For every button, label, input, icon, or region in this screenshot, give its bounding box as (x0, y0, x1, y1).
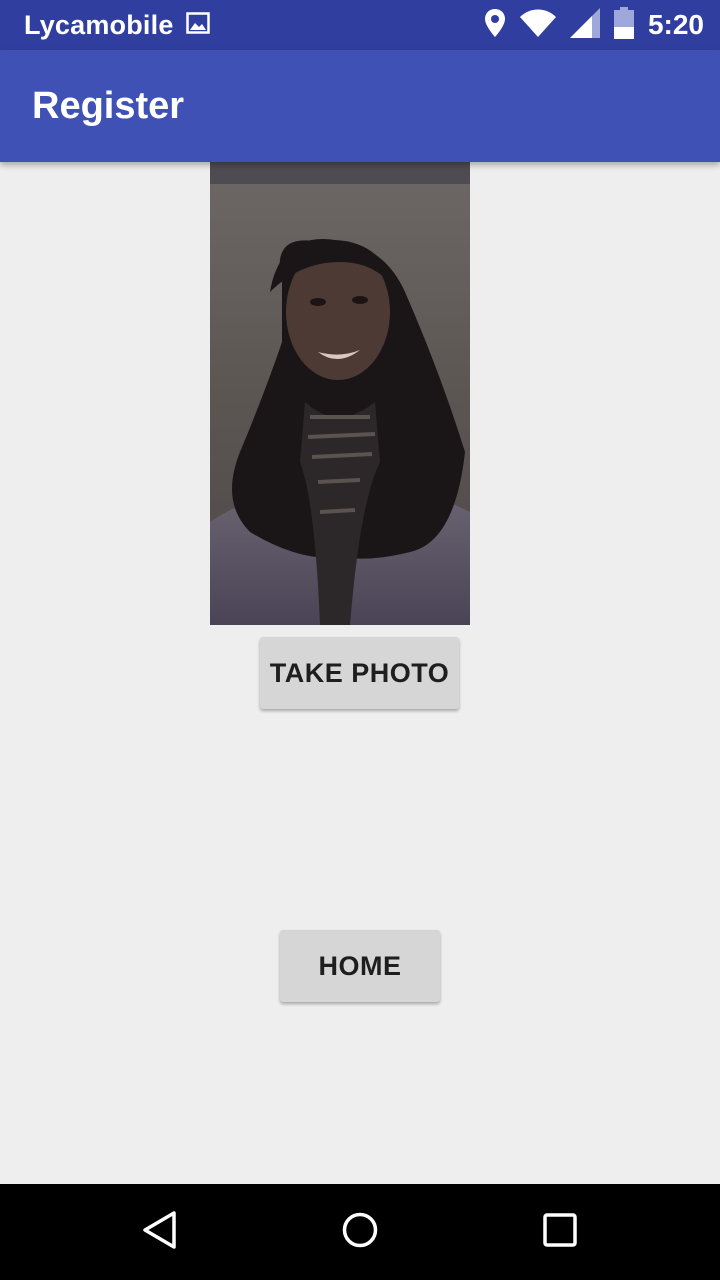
status-right: 5:20 (484, 6, 704, 44)
home-button[interactable]: HOME (280, 930, 440, 1002)
recents-icon (540, 1210, 580, 1255)
recents-button[interactable] (500, 1184, 620, 1280)
app-bar: Register (0, 50, 720, 162)
navigation-bar (0, 1184, 720, 1280)
page-title: Register (32, 84, 185, 127)
wifi-icon (519, 9, 556, 42)
back-button[interactable] (100, 1184, 220, 1280)
clock: 5:20 (647, 9, 704, 40)
status-left: Lycamobile (24, 10, 210, 41)
location-icon (484, 8, 506, 43)
battery-icon (613, 6, 634, 44)
back-icon (140, 1210, 180, 1255)
carrier-name: Lycamobile (24, 9, 174, 40)
take-photo-button[interactable]: TAKE PHOTO (260, 637, 459, 709)
home-nav-button[interactable] (300, 1184, 420, 1280)
status-bar: Lycamobile 5:20 (0, 0, 720, 50)
home-circle-icon (340, 1210, 380, 1255)
captured-photo (210, 162, 470, 625)
signal-icon (569, 7, 600, 43)
image-icon (185, 11, 210, 39)
